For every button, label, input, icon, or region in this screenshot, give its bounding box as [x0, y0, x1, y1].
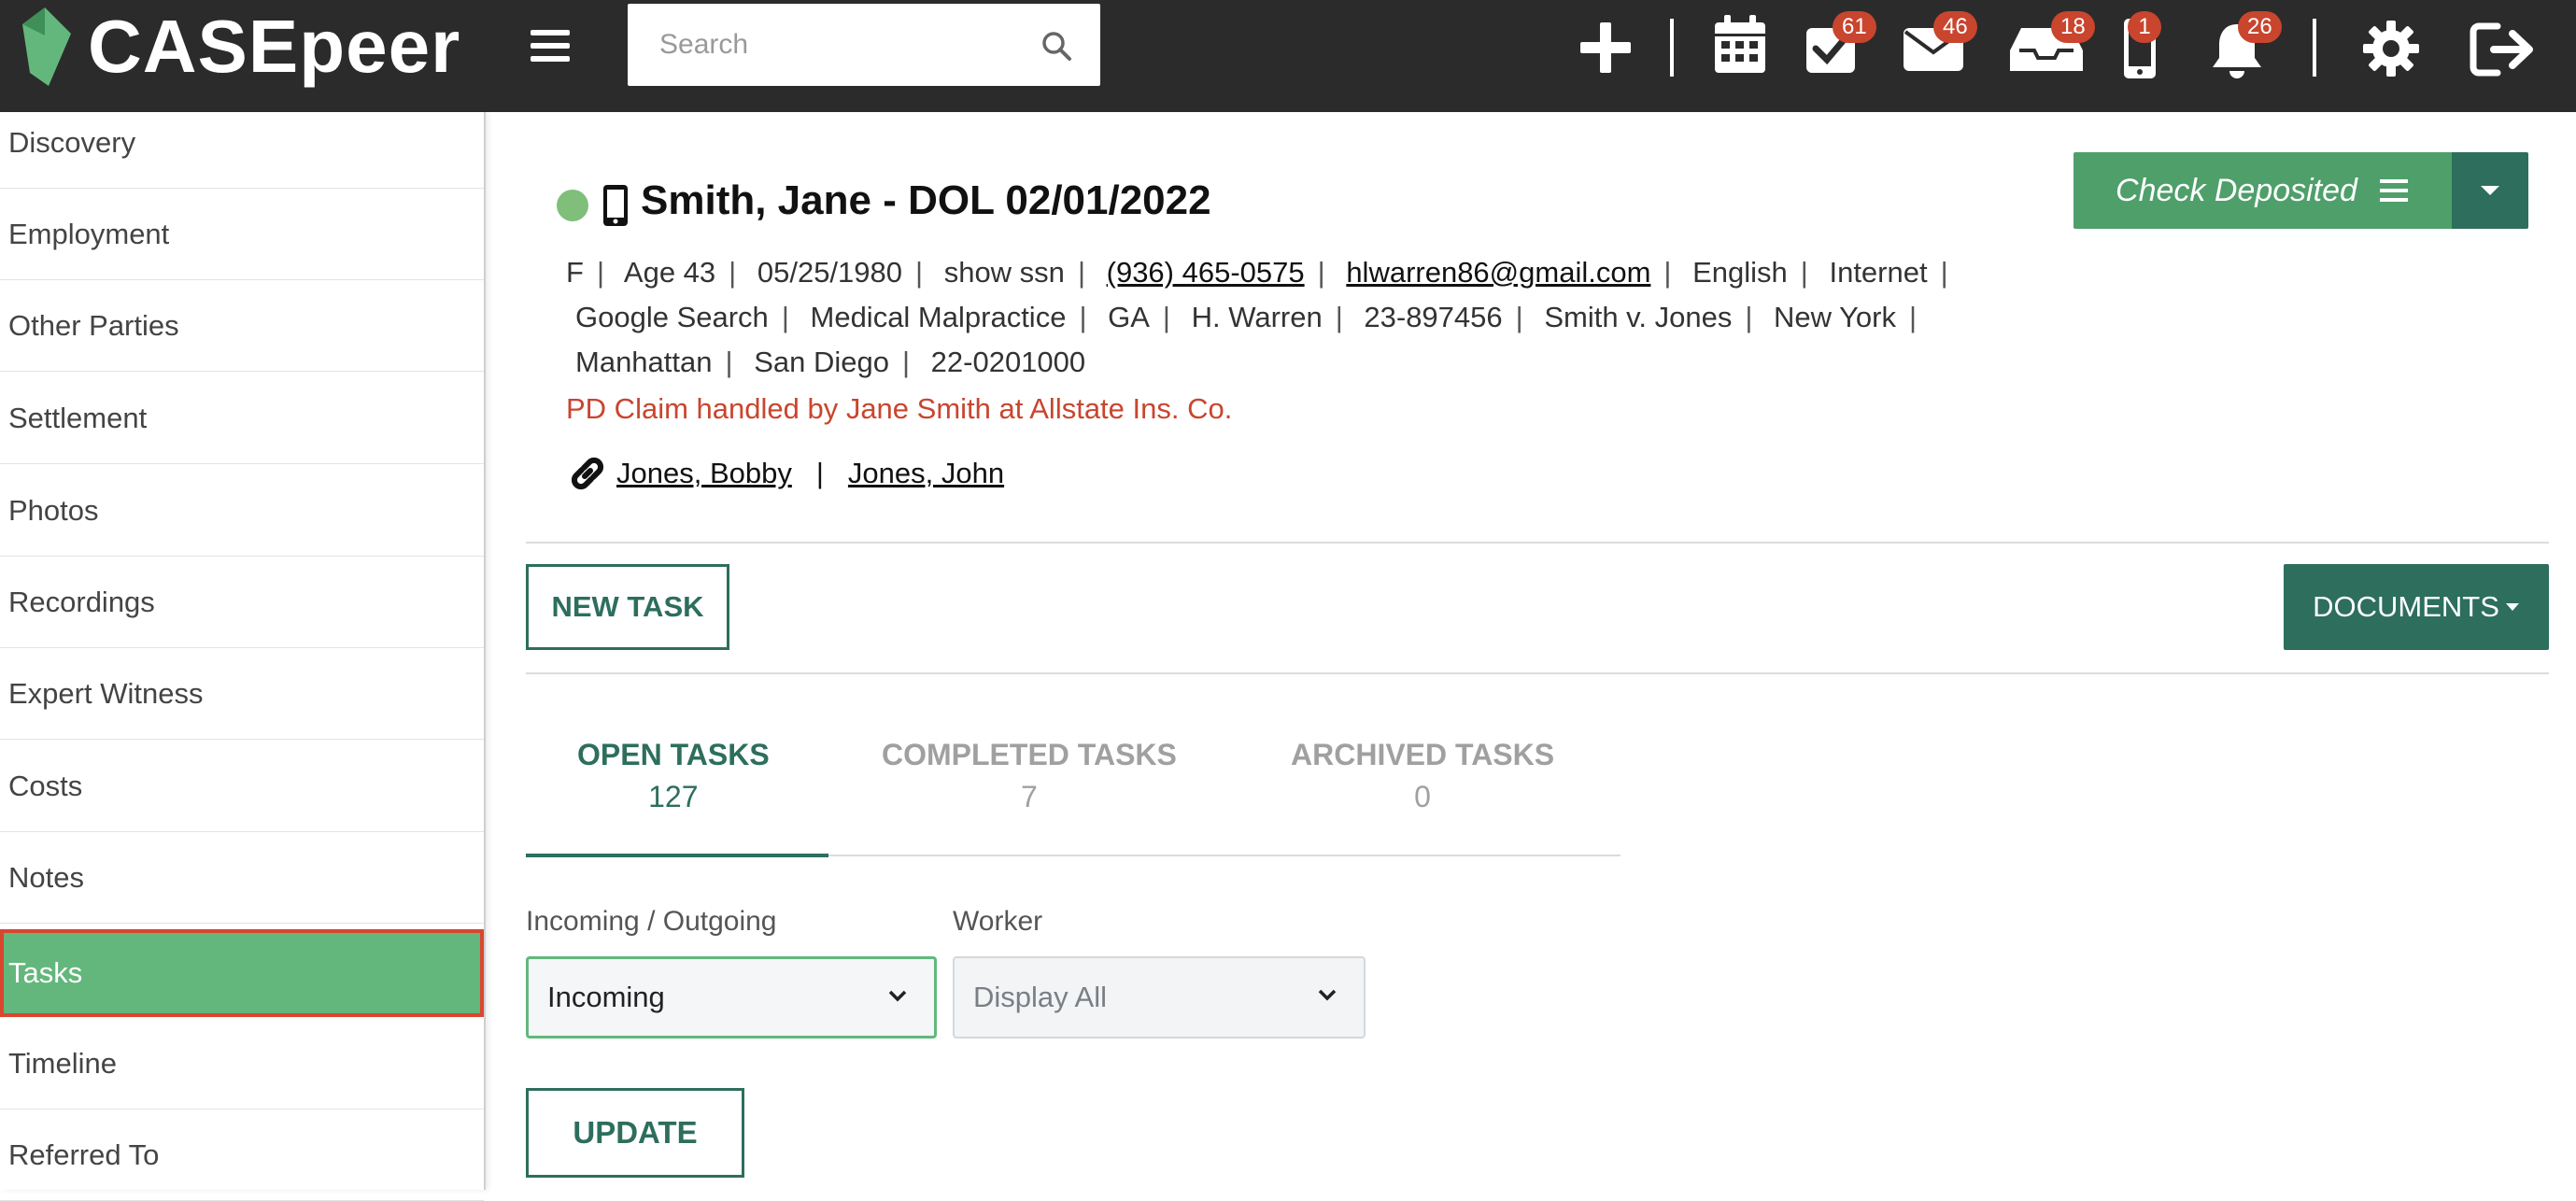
related-case-link[interactable]: Jones, Bobby	[616, 457, 792, 490]
add-icon[interactable]	[1578, 21, 1633, 75]
caret-down-icon	[2481, 186, 2499, 195]
link-icon	[571, 457, 604, 490]
phone-badge: 1	[2128, 11, 2161, 43]
new-task-button[interactable]: NEW TASK	[526, 564, 729, 650]
worker-select[interactable]: Display All	[953, 956, 1366, 1039]
documents-label: DOCUMENTS	[2313, 590, 2499, 623]
assigned-attorney: H. Warren	[1191, 301, 1323, 333]
tab-completed-tasks[interactable]: COMPLETED TASKS 7	[882, 738, 1177, 814]
search-icon[interactable]	[1040, 30, 1072, 62]
divider	[526, 542, 2549, 544]
chevron-down-icon	[888, 990, 907, 1002]
tab-label: OPEN TASKS	[577, 738, 770, 771]
calendar-icon[interactable]	[1713, 15, 1767, 75]
case-status-label: Check Deposited	[2116, 172, 2357, 208]
case-code: 22-0201000	[930, 346, 1086, 378]
sidebar-item-photos[interactable]: Photos	[0, 465, 484, 557]
sidebar-item-referred-to[interactable]: Referred To	[0, 1109, 484, 1201]
lead-source: Internet	[1829, 256, 1928, 289]
search-input[interactable]	[628, 4, 1029, 86]
mail-badge: 46	[1933, 11, 1977, 43]
client-dob: 05/25/1980	[757, 256, 903, 289]
active-tab-indicator	[526, 854, 828, 857]
sidebar-item-discovery[interactable]: Discovery	[0, 97, 484, 189]
case-city: Manhattan	[575, 346, 713, 378]
tab-label: COMPLETED TASKS	[882, 738, 1177, 771]
tab-label: ARCHIVED TASKS	[1291, 738, 1555, 771]
direction-select[interactable]: Incoming	[526, 956, 937, 1039]
case-status-dropdown-toggle[interactable]	[2452, 152, 2528, 229]
mobile-phone-icon	[603, 185, 628, 226]
case-name: Smith v. Jones	[1544, 301, 1733, 333]
referral-source: Google Search	[575, 301, 769, 333]
logout-icon[interactable]	[2470, 22, 2541, 77]
client-sex: F	[566, 256, 584, 289]
tab-open-tasks[interactable]: OPEN TASKS 127	[577, 738, 770, 814]
logo-leaf-icon	[22, 7, 71, 86]
settings-gear-icon[interactable]	[2361, 19, 2421, 78]
sidebar-item-employment[interactable]: Employment	[0, 189, 484, 280]
related-case-link[interactable]: Jones, John	[848, 457, 1004, 490]
related-cases: Jones, Bobby | Jones, John	[566, 452, 1004, 495]
claim-note: PD Claim handled by Jane Smith at Allsta…	[566, 392, 1233, 425]
direction-filter-label: Incoming / Outgoing	[526, 906, 777, 937]
client-language: English	[1692, 256, 1788, 289]
toolbar-divider	[1670, 19, 1674, 77]
notifications-badge: 26	[2238, 11, 2282, 43]
direction-select-value: Incoming	[547, 981, 665, 1013]
sidebar-item-recordings[interactable]: Recordings	[0, 557, 484, 648]
worker-filter-label: Worker	[953, 906, 1043, 937]
sidebar-item-tasks[interactable]: Tasks	[0, 929, 484, 1017]
worker-select-value: Display All	[973, 981, 1107, 1013]
toolbar-divider	[2313, 19, 2316, 77]
case-type: Medical Malpractice	[810, 301, 1067, 333]
list-icon	[2379, 179, 2408, 202]
tab-count: 0	[1414, 780, 1431, 813]
sidebar-item-other-parties[interactable]: Other Parties	[0, 280, 484, 372]
sidebar-item-expert-witness[interactable]: Expert Witness	[0, 648, 484, 740]
update-button[interactable]: UPDATE	[526, 1088, 744, 1178]
caret-down-icon	[2505, 603, 2519, 611]
tab-count: 7	[1021, 780, 1038, 813]
client-age: Age 43	[623, 256, 716, 289]
tab-archived-tasks[interactable]: ARCHIVED TASKS 0	[1291, 738, 1554, 814]
divider	[526, 672, 2549, 674]
case-sidebar: Discovery Employment Other Parties Settl…	[0, 112, 486, 1201]
case-city: New York	[1774, 301, 1896, 333]
case-title: Smith, Jane - DOL 02/01/2022	[641, 177, 1211, 223]
inbox-badge: 18	[2051, 11, 2095, 43]
case-status-dot	[557, 190, 588, 221]
sidebar-item-costs[interactable]: Costs	[0, 741, 484, 832]
case-city: San Diego	[754, 346, 889, 378]
main-content: Smith, Jane - DOL 02/01/2022 F | Age 43 | …	[486, 112, 2576, 1190]
separator: |	[815, 457, 824, 489]
chevron-down-icon	[1318, 989, 1337, 1001]
top-navbar: CASEpeer 61 46	[0, 0, 2576, 112]
case-info: F | Age 43 | 05/25/1980 | show ssn | (936) 4…	[566, 256, 1948, 378]
sidebar-item-timeline[interactable]: Timeline	[0, 1018, 484, 1109]
app-logo[interactable]: CASEpeer	[17, 0, 460, 93]
global-search	[628, 4, 1100, 86]
tasks-badge: 61	[1833, 11, 1876, 43]
case-number: 23-897456	[1364, 301, 1503, 333]
documents-dropdown-button[interactable]: DOCUMENTS	[2284, 564, 2549, 650]
menu-toggle-icon[interactable]	[529, 24, 572, 67]
sidebar-item-settlement[interactable]: Settlement	[0, 373, 484, 464]
case-status-button[interactable]: Check Deposited	[2074, 152, 2452, 229]
tab-count: 127	[648, 780, 699, 813]
client-email-link[interactable]: hlwarren86@gmail.com	[1346, 256, 1650, 289]
sidebar-item-notes[interactable]: Notes	[0, 832, 484, 924]
case-state: GA	[1108, 301, 1150, 333]
show-ssn-link[interactable]: show ssn	[944, 256, 1065, 289]
app-name: CASEpeer	[88, 5, 461, 88]
client-phone-link[interactable]: (936) 465-0575	[1107, 256, 1305, 289]
